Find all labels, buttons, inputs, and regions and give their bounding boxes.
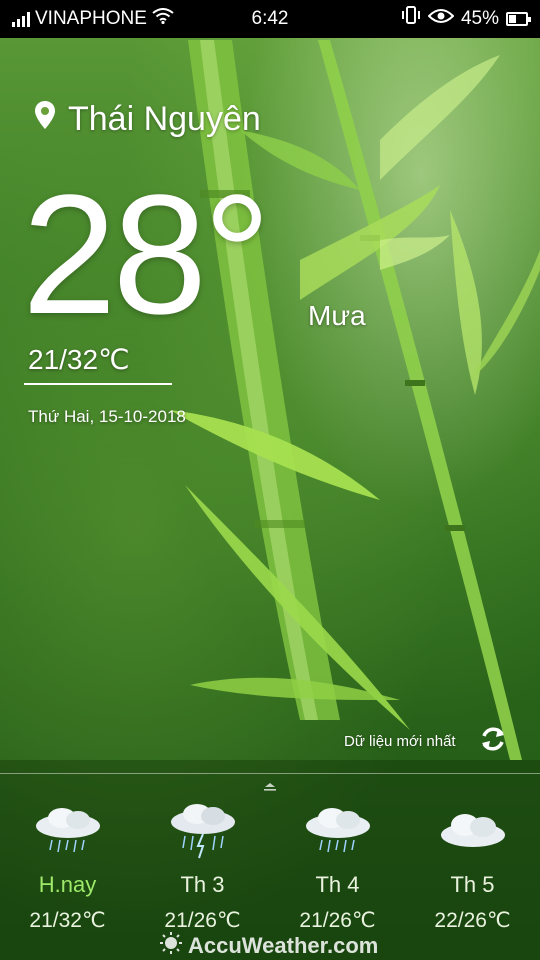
forecast-day-thu[interactable]: Th 5 22/26℃ [413, 800, 533, 933]
carrier-label: VINAPHONE [35, 8, 147, 29]
refresh-control[interactable]: Dữ liệu mới nhất [344, 724, 508, 758]
forecast-day-label: Th 5 [450, 872, 495, 897]
forecast-day-label: Th 4 [315, 872, 360, 897]
range-underline [24, 383, 172, 385]
battery-percent: 45% [460, 8, 499, 29]
status-bar: VINAPHONE 6:42 45% [0, 0, 540, 38]
forecast-range: 22/26℃ [434, 909, 511, 932]
wifi-icon [152, 0, 174, 38]
rain-cloud-icon [278, 800, 398, 860]
forecast-day-today[interactable]: H.nay 21/32℃ [8, 800, 128, 933]
accuweather-brand[interactable]: AccuWeather.com [160, 932, 378, 960]
forecast-range: 21/32℃ [29, 909, 106, 932]
forecast-range: 21/26℃ [164, 909, 241, 932]
vibrate-icon [401, 0, 421, 38]
forecast-day-label: Th 3 [180, 872, 225, 897]
refresh-icon[interactable] [478, 724, 508, 758]
forecast-day-wed[interactable]: Th 4 21/26℃ [278, 800, 398, 933]
temperature-range: 21/32℃ [28, 344, 130, 375]
signal-icon [12, 11, 30, 27]
forecast-day-tue[interactable]: Th 3 21/26℃ [143, 800, 263, 933]
rain-cloud-icon [8, 800, 128, 860]
sun-logo-icon [160, 932, 182, 960]
current-date: Thứ Hai, 15-10-2018 [28, 407, 186, 426]
forecast-strip: H.nay 21/32℃ Th 3 21/26℃ Th 4 21/26℃ Th … [0, 800, 540, 933]
battery-icon [506, 12, 531, 26]
location-name: Thái Nguyên [68, 100, 261, 138]
eye-icon [427, 0, 455, 38]
location-header[interactable]: Thái Nguyên [34, 100, 261, 139]
thunderstorm-cloud-icon [143, 800, 263, 860]
refresh-label: Dữ liệu mới nhất [344, 732, 456, 750]
forecast-range: 21/26℃ [299, 909, 376, 932]
weather-condition: Mưa [308, 300, 366, 331]
brand-label: AccuWeather.com [188, 933, 379, 958]
panel-divider [0, 773, 540, 774]
current-temperature: 28° [22, 160, 271, 350]
expand-handle-icon[interactable] [262, 779, 278, 797]
forecast-day-label: H.nay [38, 872, 97, 897]
location-pin-icon [34, 100, 56, 139]
cloudy-icon [413, 800, 533, 860]
